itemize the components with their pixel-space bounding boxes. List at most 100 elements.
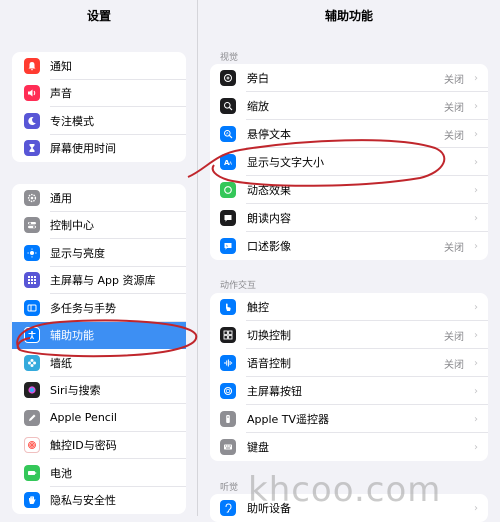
chevron-right-icon: › [474,441,478,453]
sidebar-item-label: 多任务与手势 [50,301,116,315]
accessibility-icon [24,327,40,344]
sidebar-item-label: 触控ID与密码 [50,439,117,453]
sidebar-item-sounds[interactable]: 声音 [12,80,186,107]
main-panel: 辅助功能 视觉 旁白 关闭 › 缩放 关闭 › A 悬停文本 关闭 › A A … [198,0,500,522]
sidebar-item-home-screen[interactable]: 主屏幕与 App 资源库 [12,267,186,294]
row-label: 触控 [247,301,269,314]
home-button-icon [220,383,236,399]
sidebar-item-touch-id[interactable]: 触控ID与密码 [12,432,186,459]
svg-text:A: A [226,132,229,136]
row-label: 口述影像 [247,240,291,253]
chevron-right-icon: › [474,72,478,84]
battery-icon [24,464,40,481]
sidebar-group-general: 通用 控制中心 显示与亮度 主屏幕与 App 资源库 多任务与手势 辅助功能 墙… [12,184,186,514]
row-zoom[interactable]: 缩放 关闭 › [210,92,488,120]
row-value: 关闭 [444,242,464,254]
moon-icon [24,112,40,129]
row-switch-control[interactable]: 切换控制 关闭 › [210,321,488,349]
sidebar-item-wallpaper[interactable]: 墙纸 [12,349,186,377]
sidebar-item-label: 屏幕使用时间 [50,142,116,156]
touch-icon [220,299,236,315]
row-value: 关闭 [444,331,464,343]
sidebar-item-focus[interactable]: 专注模式 [12,107,186,135]
chevron-right-icon: › [474,413,478,425]
row-label: 切换控制 [247,329,291,342]
chevron-right-icon: › [474,212,478,224]
switches-icon [24,217,40,234]
flower-icon [24,354,40,371]
section-header-interaction: 动作交互 [220,281,257,291]
chevron-right-icon: › [474,301,478,313]
row-value: 关闭 [444,74,464,86]
section-vision: 旁白 关闭 › 缩放 关闭 › A 悬停文本 关闭 › A A 显示与文字大小 ›… [210,64,488,260]
row-label: 动态效果 [247,184,291,197]
sidebar-item-label: 通知 [50,59,72,73]
sidebar-item-general[interactable]: 通用 [12,184,186,212]
sidebar-item-label: 声音 [50,87,72,101]
speech-icon [220,210,236,226]
row-label: 语音控制 [247,357,291,370]
chevron-right-icon: › [474,100,478,112]
gear-icon [24,189,40,206]
row-voiceover[interactable]: 旁白 关闭 › [210,64,488,92]
ear-icon [220,500,236,516]
voiceover-icon [220,70,236,86]
sidebar-item-accessibility[interactable]: 辅助功能 [12,321,186,349]
sidebar-item-label: 专注模式 [50,114,94,128]
switch-control-icon [220,327,236,343]
row-touch[interactable]: 触控 › [210,293,488,321]
row-spoken-content[interactable]: 朗读内容 › [210,204,488,232]
chevron-right-icon: › [474,184,478,196]
sidebar-item-screen-time[interactable]: 屏幕使用时间 [12,135,186,163]
watermark: khcoo.com [248,470,442,510]
remote-icon [220,411,236,427]
row-label: 朗读内容 [247,212,291,225]
pencil-icon [24,409,40,426]
sidebar-item-display-brightness[interactable]: 显示与亮度 [12,239,186,267]
siri-icon [24,382,40,399]
motion-icon [220,182,236,198]
speaker-icon [24,85,40,102]
row-keyboards[interactable]: 键盘 › [210,433,488,461]
sidebar-item-label: 电池 [50,466,72,480]
sidebar-item-multitasking[interactable]: 多任务与手势 [12,294,186,322]
sidebar-item-label: 隐私与安全性 [50,494,116,508]
sidebar-item-apple-pencil[interactable]: Apple Pencil [12,404,186,432]
hourglass-icon [24,140,40,157]
chevron-right-icon: › [474,502,478,514]
row-audio-descriptions[interactable]: 口述影像 关闭 › [210,232,488,260]
zoom-icon [220,98,236,114]
hand-icon [24,492,40,509]
audio-description-icon [220,238,236,254]
sidebar-item-label: 控制中心 [50,219,94,233]
chevron-right-icon: › [474,329,478,341]
sidebar-item-privacy[interactable]: 隐私与安全性 [12,487,186,515]
row-label: 显示与文字大小 [247,156,324,169]
sidebar-item-label: 通用 [50,191,72,205]
row-motion[interactable]: 动态效果 › [210,176,488,204]
sidebar-item-notifications[interactable]: 通知 [12,52,186,80]
sidebar-item-label: Siri与搜索 [50,384,101,398]
row-voice-control[interactable]: 语音控制 关闭 › [210,349,488,377]
sidebar-item-control-center[interactable]: 控制中心 [12,212,186,239]
svg-text:A: A [229,161,233,167]
row-home-button[interactable]: 主屏幕按钮 › [210,377,488,405]
row-apple-tv-remote[interactable]: Apple TV遥控器 › [210,405,488,433]
sidebar-group-notifications: 通知 声音 专注模式 屏幕使用时间 [12,52,186,162]
row-value: 关闭 [444,130,464,142]
row-label: 悬停文本 [247,128,291,141]
row-display-text-size[interactable]: AA 显示与文字大小 › [210,148,488,176]
voice-control-icon [220,355,236,371]
fingerprint-icon [24,437,40,454]
row-value: 关闭 [444,102,464,114]
row-hover-text[interactable]: A 悬停文本 关闭 › [210,120,488,148]
sidebar-item-label: 墙纸 [50,356,72,370]
sun-icon [24,244,40,261]
sidebar-item-battery[interactable]: 电池 [12,459,186,487]
sidebar-title: 设置 [86,9,111,23]
grid-icon [24,272,40,289]
sidebar-item-siri[interactable]: Siri与搜索 [12,377,186,404]
section-header-hearing: 听觉 [220,483,239,493]
section-header-vision: 视觉 [220,53,239,63]
sidebar-item-label: 显示与亮度 [50,246,105,260]
